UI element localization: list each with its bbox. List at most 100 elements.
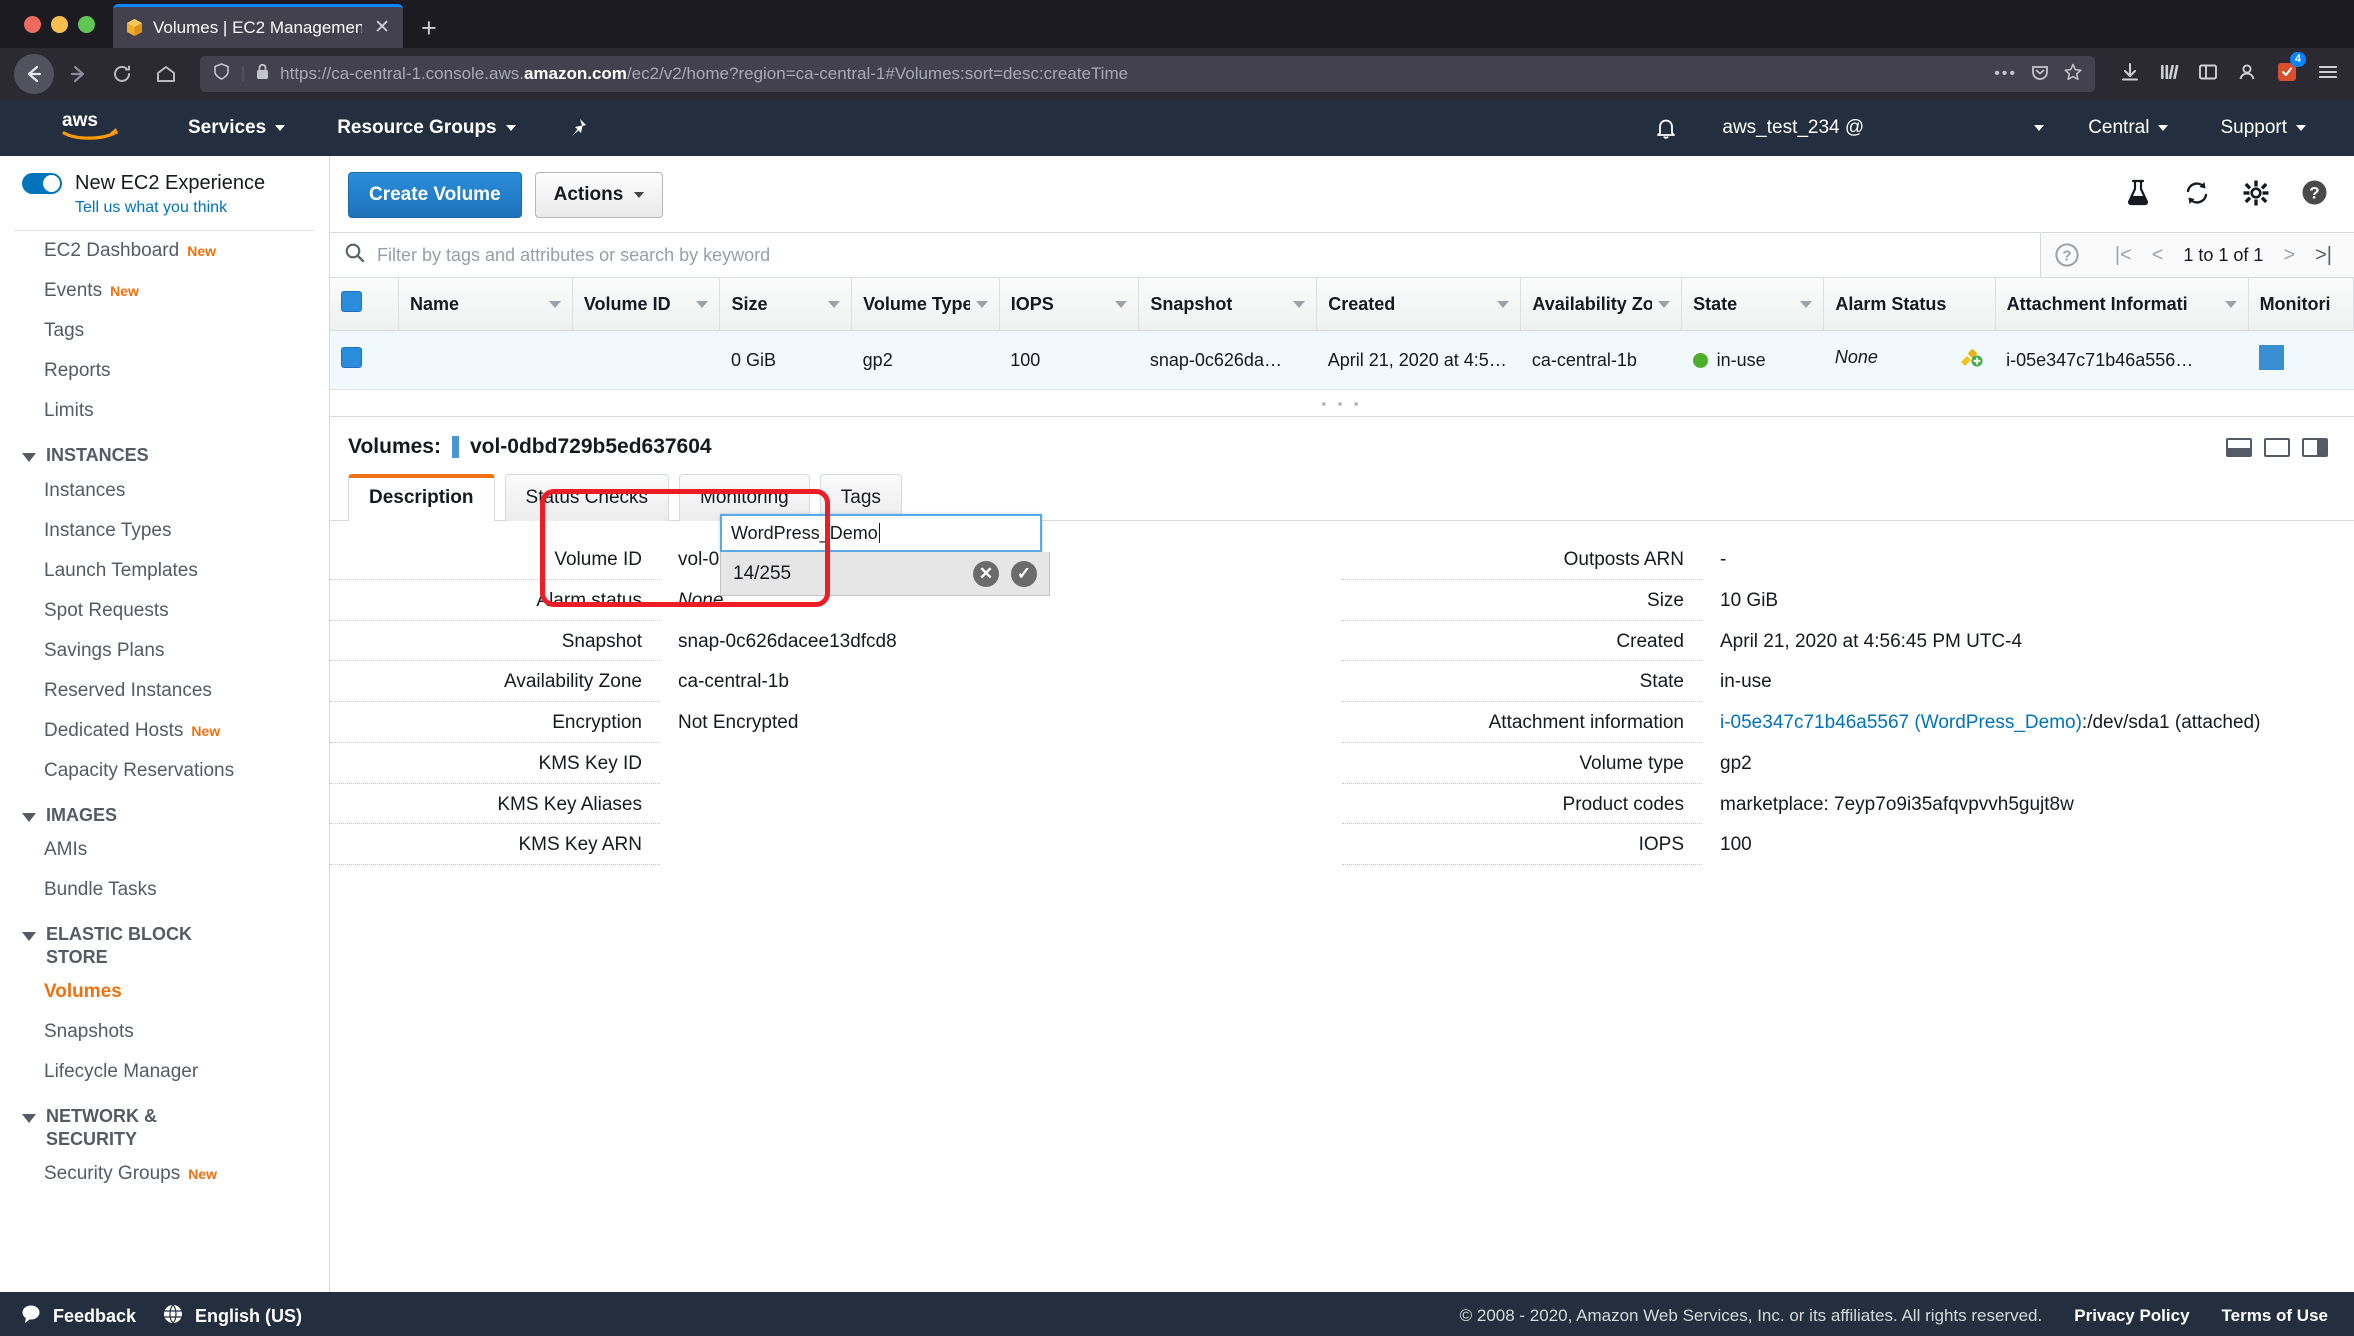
column-header-alarm-status[interactable]: Alarm Status xyxy=(1823,278,1996,331)
account-icon[interactable] xyxy=(2236,61,2258,88)
sidebar-item-instance-types[interactable]: Instance Types xyxy=(0,511,329,551)
back-button[interactable] xyxy=(14,54,54,94)
chevron-down-icon[interactable] xyxy=(696,300,709,308)
next-page-button[interactable]: > xyxy=(2283,244,2295,267)
hamburger-menu-icon[interactable] xyxy=(2316,60,2340,89)
cell-monitoring[interactable] xyxy=(2248,330,2354,390)
region-menu[interactable]: Central xyxy=(2062,117,2194,139)
sidebar-item-spot-requests[interactable]: Spot Requests xyxy=(0,591,329,631)
last-page-button[interactable]: >| xyxy=(2315,244,2332,267)
close-window-button[interactable] xyxy=(24,15,41,33)
panel-splitter[interactable]: ▪ ▪ ▪ xyxy=(330,390,2354,416)
help-icon[interactable]: ? xyxy=(2301,179,2328,211)
tab-description[interactable]: Description xyxy=(348,474,495,521)
table-row[interactable]: 0 GiB gp2 100 snap-0c626da… April 21, 20… xyxy=(330,330,2354,390)
column-header-volume-type[interactable]: Volume Type xyxy=(851,278,1000,331)
extensions-icon[interactable]: 4 xyxy=(2275,51,2306,89)
layout-bottom-icon[interactable] xyxy=(2226,437,2252,457)
chevron-down-icon[interactable] xyxy=(1658,300,1671,308)
url-text[interactable]: https://ca-central-1.console.aws.amazon.… xyxy=(280,64,1128,84)
new-tab-button[interactable]: + xyxy=(421,15,437,42)
column-header-iops[interactable]: IOPS xyxy=(999,278,1140,331)
home-button[interactable] xyxy=(146,54,186,94)
sidebar-group-instances[interactable]: INSTANCES xyxy=(0,431,329,471)
sidebar-toggle-icon[interactable] xyxy=(2197,61,2219,88)
notifications-bell-icon[interactable] xyxy=(1628,115,1704,141)
chevron-down-icon[interactable] xyxy=(1800,300,1813,308)
sidebar-group-elastic-block-store[interactable]: ELASTIC BLOCK STORE xyxy=(0,910,329,972)
refresh-icon[interactable] xyxy=(2183,179,2211,212)
select-all-header[interactable] xyxy=(330,278,399,331)
actions-button[interactable]: Actions xyxy=(534,172,664,218)
sidebar-item-volumes[interactable]: Volumes xyxy=(0,972,329,1012)
sidebar-group-images[interactable]: IMAGES xyxy=(0,791,329,831)
minimize-window-button[interactable] xyxy=(51,15,68,33)
chevron-down-icon[interactable] xyxy=(1497,300,1510,308)
filter-help-button[interactable]: ? xyxy=(2041,233,2093,277)
sidebar-item-reports[interactable]: Reports xyxy=(0,351,329,391)
sidebar-item-tags[interactable]: Tags xyxy=(0,311,329,351)
prev-page-button[interactable]: < xyxy=(2152,244,2164,267)
language-button[interactable]: English (US) xyxy=(162,1303,302,1330)
sidebar-item-savings-plans[interactable]: Savings Plans xyxy=(0,631,329,671)
maximize-window-button[interactable] xyxy=(78,15,95,33)
column-header-volume-id[interactable]: Volume ID xyxy=(572,278,721,331)
chevron-down-icon[interactable] xyxy=(975,300,988,308)
column-header-state[interactable]: State xyxy=(1681,278,1825,331)
feedback-link[interactable]: Tell us what you think xyxy=(0,197,329,230)
pocket-icon[interactable] xyxy=(2030,62,2050,87)
column-header-name[interactable]: Name xyxy=(398,278,573,331)
cell-attachment-information[interactable]: i-05e347c71b46a556… xyxy=(1995,330,2249,390)
column-header-monitoring[interactable]: Monitori xyxy=(2248,278,2354,331)
row-checkbox-cell[interactable] xyxy=(330,330,399,390)
library-icon[interactable] xyxy=(2158,61,2180,88)
chevron-down-icon[interactable] xyxy=(2224,300,2237,308)
search-input[interactable]: Filter by tags and attributes or search … xyxy=(330,233,2041,277)
sidebar-item-lifecycle-manager[interactable]: Lifecycle Manager xyxy=(0,1052,329,1092)
sidebar-item-launch-templates[interactable]: Launch Templates xyxy=(0,551,329,591)
pin-icon[interactable] xyxy=(542,117,614,139)
sidebar-item-reserved-instances[interactable]: Reserved Instances xyxy=(0,671,329,711)
column-header-availability-zone[interactable]: Availability Zone xyxy=(1520,278,1683,331)
downloads-icon[interactable] xyxy=(2119,61,2141,88)
first-page-button[interactable]: |< xyxy=(2115,244,2132,267)
close-icon[interactable]: ✕ xyxy=(371,18,393,37)
select-all-checkbox[interactable] xyxy=(341,291,362,312)
layout-split-icon[interactable] xyxy=(2264,437,2290,457)
more-actions-icon[interactable]: ••• xyxy=(1994,65,2017,83)
feedback-button[interactable]: Feedback xyxy=(20,1303,136,1330)
chevron-down-icon[interactable] xyxy=(828,300,841,308)
new-experience-toggle[interactable]: New EC2 Experience xyxy=(0,156,329,197)
nav-services[interactable]: Services xyxy=(162,117,311,139)
support-menu[interactable]: Support xyxy=(2194,117,2332,139)
tab-status-checks[interactable]: Status Checks xyxy=(504,474,670,521)
create-alarm-icon[interactable] xyxy=(1958,347,1984,374)
sidebar-item-security-groups[interactable]: Security Groups New xyxy=(0,1154,329,1194)
sidebar-item-bundle-tasks[interactable]: Bundle Tasks xyxy=(0,870,329,910)
chevron-down-icon[interactable] xyxy=(1115,300,1128,308)
forward-button[interactable] xyxy=(58,54,98,94)
sidebar-item-snapshots[interactable]: Snapshots xyxy=(0,1012,329,1052)
sidebar-item-amis[interactable]: AMIs xyxy=(0,830,329,870)
column-header-snapshot[interactable]: Snapshot xyxy=(1138,278,1318,331)
terms-of-use-link[interactable]: Terms of Use xyxy=(2222,1306,2328,1326)
name-edit-input[interactable]: WordPress_Demo xyxy=(720,514,1042,552)
column-header-created[interactable]: Created xyxy=(1316,278,1522,331)
window-controls[interactable] xyxy=(18,0,113,48)
cell-volume-id[interactable] xyxy=(572,330,720,390)
monitoring-chart-icon[interactable] xyxy=(2259,345,2285,370)
reload-button[interactable] xyxy=(102,54,142,94)
layout-right-icon[interactable] xyxy=(2302,437,2328,457)
attachment-instance-link[interactable]: i-05e347c71b46a5567 (WordPress_Demo) xyxy=(1720,712,2082,733)
inline-name-editor[interactable]: WordPress_Demo 14/255 ✕ ✓ xyxy=(720,514,1050,596)
sidebar-item-ec2-dashboard[interactable]: EC2 Dashboard New xyxy=(0,231,329,271)
chevron-down-icon[interactable] xyxy=(548,300,561,308)
account-menu[interactable]: aws_test_234 @ xyxy=(1704,117,2062,139)
aws-logo-icon[interactable]: aws xyxy=(60,108,122,148)
column-header-size[interactable]: Size xyxy=(719,278,853,331)
shield-icon[interactable] xyxy=(212,62,231,86)
address-bar[interactable]: | https://ca-central-1.console.aws.amazo… xyxy=(200,56,2095,92)
beaker-icon[interactable] xyxy=(2125,179,2151,212)
detail-value-link[interactable]: snap-0c626dacee13dfcd8 xyxy=(678,625,897,662)
sidebar-item-dedicated-hosts[interactable]: Dedicated Hosts New xyxy=(0,711,329,751)
